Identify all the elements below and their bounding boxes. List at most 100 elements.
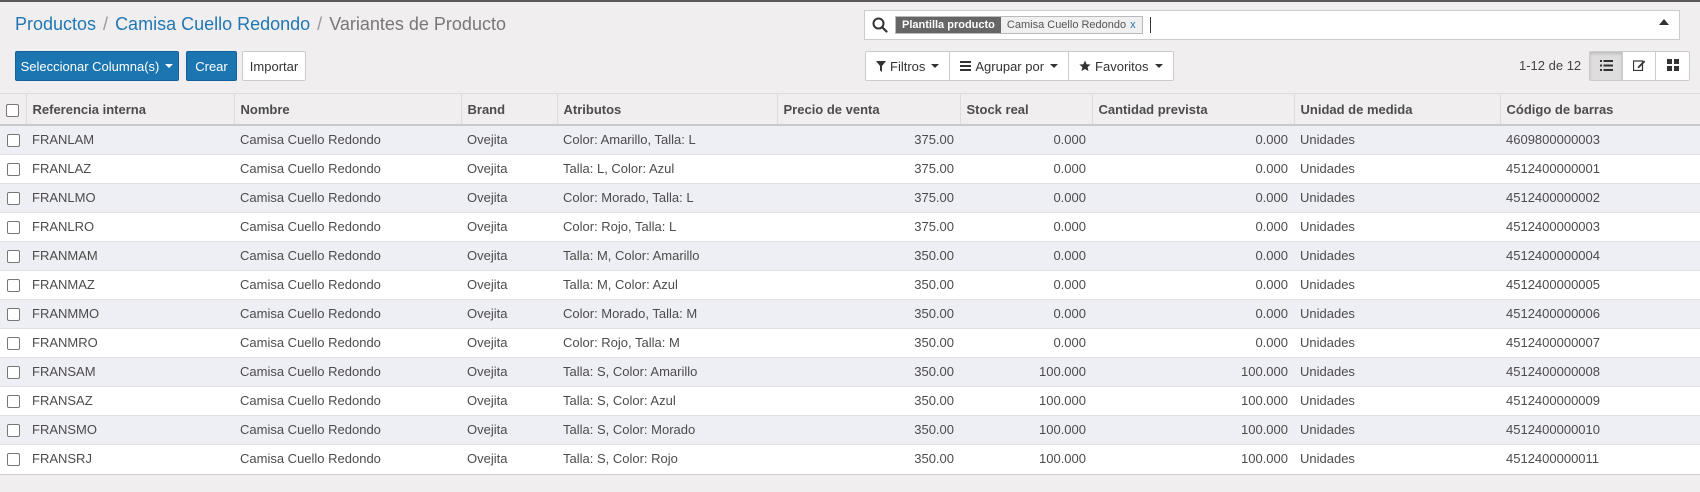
import-button[interactable]: Importar [242,51,306,81]
table-cell[interactable]: Unidades [1294,356,1500,386]
table-cell[interactable]: Ovejita [461,269,557,299]
table-cell[interactable]: Unidades [1294,182,1500,212]
table-row[interactable]: FRANSMO Camisa Cuello Redondo Ovejita Talla… [0,414,1700,444]
table-cell[interactable]: 4512400000007 [1500,327,1700,357]
table-cell[interactable]: Camisa Cuello Redondo [234,269,461,299]
table-cell[interactable]: FRANLAM [26,124,234,154]
table-cell[interactable]: FRANMAZ [26,269,234,299]
table-cell[interactable]: 4512400000001 [1500,153,1700,183]
table-cell[interactable]: Ovejita [461,356,557,386]
row-checkbox-cell[interactable] [0,153,26,183]
table-cell[interactable]: FRANMMO [26,298,234,328]
create-button[interactable]: Crear [186,51,237,81]
table-cell[interactable]: Talla: S, Color: Azul [557,385,777,415]
filters-button[interactable]: Filtros [866,52,951,80]
row-checkbox[interactable] [6,221,20,235]
group-by-button[interactable]: Agrupar por [950,52,1070,80]
table-cell[interactable]: Unidades [1294,327,1500,357]
select-columns-button[interactable]: Seleccionar Columna(s) [15,51,179,81]
table-cell[interactable]: Unidades [1294,124,1500,154]
table-row[interactable]: FRANLMO Camisa Cuello Redondo Ovejita Color… [0,182,1700,212]
table-cell[interactable]: 0.000 [1092,153,1294,183]
column-header[interactable]: Stock real [959,94,1092,126]
table-row[interactable]: FRANMRO Camisa Cuello Redondo Ovejita Color… [0,327,1700,357]
table-cell[interactable]: FRANLRO [26,211,234,241]
select-all-checkbox[interactable] [6,103,20,117]
table-cell[interactable]: Camisa Cuello Redondo [234,443,461,473]
column-header[interactable]: Referencia interna [25,94,234,126]
table-cell[interactable]: 0.000 [960,211,1092,241]
kanban-view-button[interactable] [1656,52,1689,80]
table-cell[interactable]: FRANSAM [26,356,234,386]
table-cell[interactable]: 100.000 [960,414,1092,444]
toggle-search-options-icon[interactable] [1659,19,1669,25]
table-cell[interactable]: FRANMRO [26,327,234,357]
table-cell[interactable]: Camisa Cuello Redondo [234,414,461,444]
row-checkbox[interactable] [6,337,20,351]
table-row[interactable]: FRANSAZ Camisa Cuello Redondo Ovejita Talla… [0,385,1700,415]
table-cell[interactable]: Unidades [1294,385,1500,415]
row-checkbox-cell[interactable] [0,385,26,415]
table-cell[interactable]: 350.00 [777,385,960,415]
table-cell[interactable]: 100.000 [960,356,1092,386]
table-cell[interactable]: Ovejita [461,153,557,183]
table-row[interactable]: FRANLRO Camisa Cuello Redondo Ovejita Color… [0,211,1700,241]
table-cell[interactable]: 0.000 [1092,269,1294,299]
table-cell[interactable]: 0.000 [1092,211,1294,241]
table-cell[interactable]: Unidades [1294,211,1500,241]
table-cell[interactable]: Ovejita [461,124,557,154]
table-cell[interactable]: 0.000 [960,153,1092,183]
row-checkbox-cell[interactable] [0,182,26,212]
table-cell[interactable]: FRANLAZ [26,153,234,183]
table-cell[interactable]: 4512400000011 [1500,443,1700,473]
table-cell[interactable]: 100.000 [1092,443,1294,473]
row-checkbox-cell[interactable] [0,327,26,357]
table-row[interactable]: FRANMAZ Camisa Cuello Redondo Ovejita Talla… [0,269,1700,299]
table-cell[interactable]: 100.000 [1092,385,1294,415]
form-view-button[interactable] [1623,52,1656,80]
column-header[interactable]: Brand [460,94,557,126]
table-cell[interactable]: Color: Rojo, Talla: M [557,327,777,357]
row-checkbox[interactable] [6,395,20,409]
row-checkbox[interactable] [6,366,20,380]
table-row[interactable]: FRANSRJ Camisa Cuello Redondo Ovejita Talla… [0,443,1700,473]
row-checkbox-cell[interactable] [0,414,26,444]
table-cell[interactable]: Ovejita [461,211,557,241]
column-header[interactable]: Unidad de medida [1293,94,1500,126]
table-cell[interactable]: Ovejita [461,298,557,328]
table-row[interactable]: FRANSAM Camisa Cuello Redondo Ovejita Talla… [0,356,1700,386]
table-cell[interactable]: Color: Rojo, Talla: L [557,211,777,241]
table-row[interactable]: FRANMMO Camisa Cuello Redondo Ovejita Color… [0,298,1700,328]
row-checkbox[interactable] [6,134,20,148]
select-all-checkbox-cell[interactable] [0,94,26,126]
table-cell[interactable]: Talla: M, Color: Amarillo [557,240,777,270]
table-cell[interactable]: 4512400000003 [1500,211,1700,241]
table-cell[interactable]: Camisa Cuello Redondo [234,153,461,183]
table-cell[interactable]: 350.00 [777,327,960,357]
table-cell[interactable]: FRANSAZ [26,385,234,415]
row-checkbox[interactable] [6,279,20,293]
list-view-button[interactable] [1590,52,1623,80]
table-cell[interactable]: Camisa Cuello Redondo [234,356,461,386]
table-row[interactable]: FRANMAM Camisa Cuello Redondo Ovejita Talla… [0,240,1700,270]
table-cell[interactable]: 0.000 [960,298,1092,328]
table-cell[interactable]: Color: Amarillo, Talla: L [557,124,777,154]
table-cell[interactable]: 0.000 [1092,124,1294,154]
row-checkbox[interactable] [6,250,20,264]
search-bar[interactable]: Plantilla producto Camisa Cuello Redondo… [864,10,1680,40]
table-cell[interactable]: 4512400000006 [1500,298,1700,328]
table-cell[interactable]: 100.000 [960,385,1092,415]
row-checkbox-cell[interactable] [0,240,26,270]
table-row[interactable]: FRANLAZ Camisa Cuello Redondo Ovejita Talla… [0,153,1700,183]
column-header[interactable]: Atributos [556,94,777,126]
table-cell[interactable]: Color: Morado, Talla: M [557,298,777,328]
table-cell[interactable]: Ovejita [461,443,557,473]
table-cell[interactable]: Unidades [1294,414,1500,444]
table-cell[interactable]: 4512400000009 [1500,385,1700,415]
table-cell[interactable]: Camisa Cuello Redondo [234,182,461,212]
table-cell[interactable]: Talla: L, Color: Azul [557,153,777,183]
table-cell[interactable]: FRANLMO [26,182,234,212]
table-cell[interactable]: 0.000 [960,327,1092,357]
table-cell[interactable]: Unidades [1294,153,1500,183]
table-cell[interactable]: 350.00 [777,269,960,299]
